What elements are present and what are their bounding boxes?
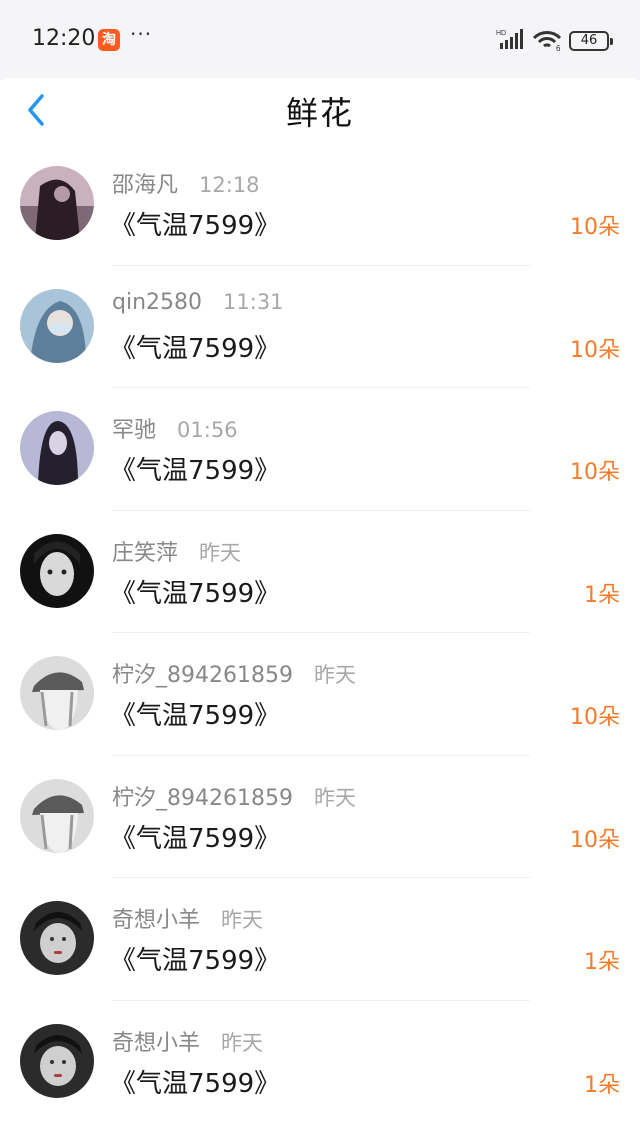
user-line: 柠汐_894261859 昨天: [112, 657, 356, 689]
taobao-app-icon: 淘: [98, 29, 120, 51]
timestamp: 昨天: [221, 908, 264, 932]
flower-count: 1朵: [584, 1072, 620, 1098]
user-line: 邵海凡 12:18: [112, 167, 260, 199]
flower-count: 1朵: [584, 582, 620, 608]
book-title[interactable]: 《气温7599》: [110, 328, 280, 365]
user-name[interactable]: 奇想小羊: [112, 908, 200, 933]
status-bar: 12:20 淘 ··· HD 6 46: [0, 0, 640, 80]
flower-list: 邵海凡 12:18 《气温7599》 10朵 qin2580 11:31 《气温…: [0, 143, 640, 1123]
book-title[interactable]: 《气温7599》: [110, 450, 280, 487]
user-line: 奇想小羊 昨天: [112, 1025, 263, 1057]
user-line: 罕驰 01:56: [112, 412, 238, 444]
book-title[interactable]: 《气温7599》: [110, 695, 280, 732]
wifi-icon: 6: [532, 30, 564, 56]
avatar[interactable]: [20, 778, 94, 853]
user-name[interactable]: 罕驰: [112, 418, 156, 443]
timestamp: 11:31: [223, 289, 284, 314]
book-title[interactable]: 《气温7599》: [110, 205, 280, 242]
avatar[interactable]: [20, 1023, 94, 1098]
book-title[interactable]: 《气温7599》: [110, 818, 280, 855]
timestamp: 01:56: [177, 418, 238, 442]
list-item[interactable]: 庄笑萍 昨天 《气温7599》 1朵: [0, 511, 640, 633]
avatar[interactable]: [20, 656, 94, 730]
list-item[interactable]: 柠汐_894261859 昨天 《气温7599》 10朵: [0, 756, 640, 878]
timestamp: 昨天: [313, 785, 356, 810]
list-item[interactable]: 奇想小羊 昨天 《气温7599》 1朵: [0, 1001, 640, 1123]
flower-count: 10朵: [570, 460, 620, 485]
avatar[interactable]: [20, 411, 94, 485]
user-line: 柠汐_894261859 昨天: [112, 780, 356, 812]
flower-count: 10朵: [570, 215, 620, 240]
wifi-badge: 6: [556, 44, 561, 52]
battery-icon: 46: [569, 31, 613, 51]
timestamp: 昨天: [199, 540, 242, 565]
page-title: 鲜花: [285, 94, 354, 132]
status-time: 12:20: [32, 26, 96, 51]
avatar[interactable]: [20, 901, 94, 975]
timestamp: 昨天: [313, 663, 356, 687]
list-item[interactable]: 罕驰 01:56 《气温7599》 10朵: [0, 388, 640, 511]
user-name[interactable]: 柠汐_894261859: [112, 663, 293, 688]
user-name[interactable]: qin2580: [112, 290, 202, 315]
book-title[interactable]: 《气温7599》: [110, 940, 280, 977]
user-name[interactable]: 柠汐_894261859: [112, 786, 293, 811]
user-name[interactable]: 庄笑萍: [112, 541, 178, 566]
list-item[interactable]: 柠汐_894261859 昨天 《气温7599》 10朵: [0, 633, 640, 756]
user-name[interactable]: 奇想小羊: [112, 1031, 200, 1056]
user-line: 奇想小羊 昨天: [112, 902, 263, 934]
user-name[interactable]: 邵海凡: [112, 173, 178, 198]
flower-count: 10朵: [570, 337, 620, 363]
cellular-signal-icon: HD: [496, 28, 526, 54]
timestamp: 12:18: [199, 173, 260, 197]
list-item[interactable]: qin2580 11:31 《气温7599》 10朵: [0, 266, 640, 388]
book-title[interactable]: 《气温7599》: [110, 573, 280, 610]
avatar[interactable]: [20, 533, 94, 608]
book-title[interactable]: 《气温7599》: [110, 1063, 280, 1100]
network-type-label: HD: [496, 30, 506, 37]
avatar[interactable]: [20, 288, 94, 363]
flower-count: 10朵: [570, 827, 620, 853]
more-notifications-icon: ···: [130, 22, 153, 46]
timestamp: 昨天: [221, 1030, 264, 1055]
list-item[interactable]: 奇想小羊 昨天 《气温7599》 1朵: [0, 878, 640, 1001]
flower-count: 10朵: [570, 705, 620, 730]
list-item[interactable]: 邵海凡 12:18 《气温7599》 10朵: [0, 143, 640, 266]
user-line: 庄笑萍 昨天: [112, 535, 241, 567]
avatar[interactable]: [20, 166, 94, 240]
user-line: qin2580 11:31: [112, 290, 284, 315]
flower-count: 1朵: [584, 950, 620, 975]
